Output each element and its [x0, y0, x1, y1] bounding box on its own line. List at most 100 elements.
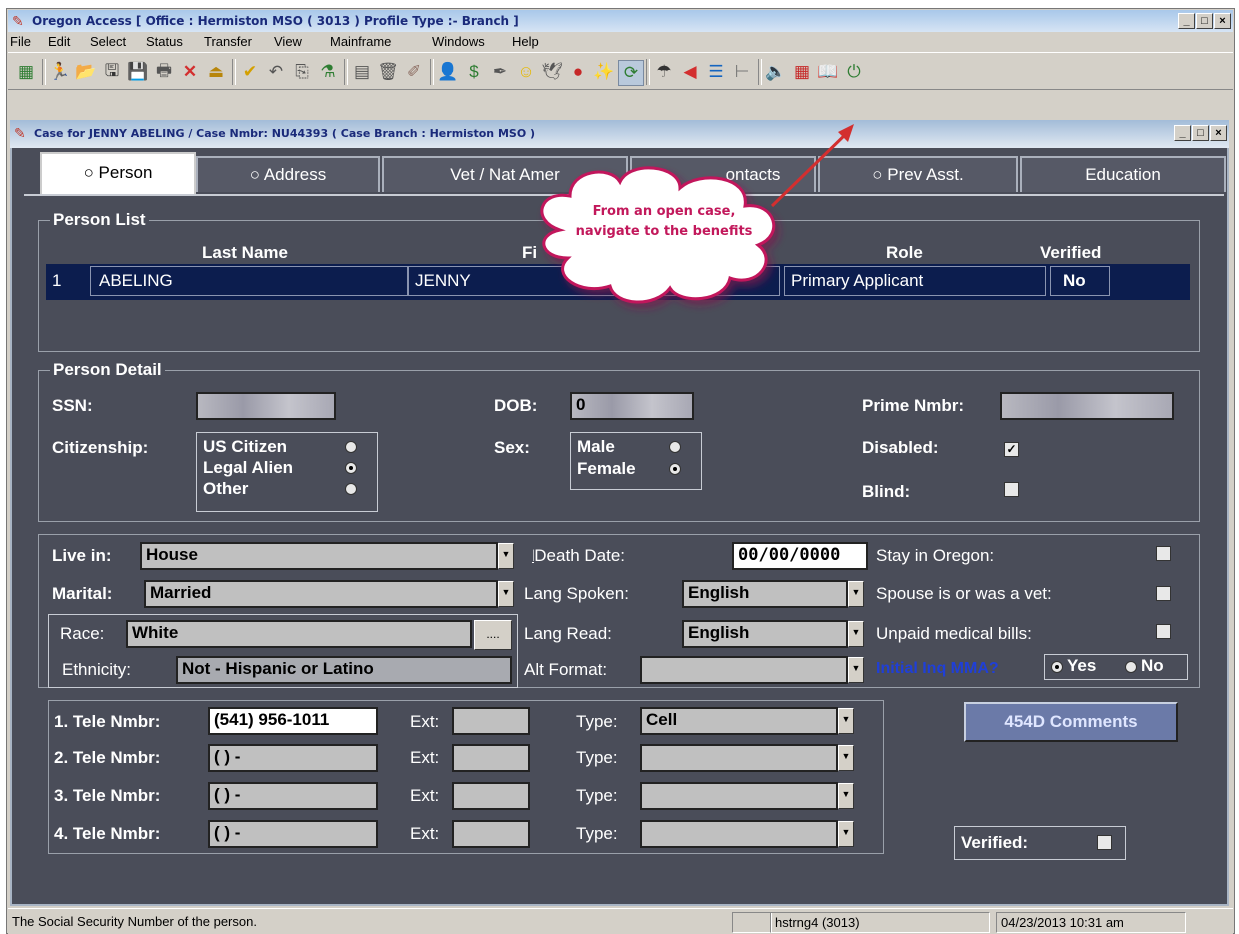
- app-title: Oregon Access [ Office : Hermiston MSO (…: [32, 14, 519, 28]
- live-in-select[interactable]: House: [140, 542, 498, 570]
- print-icon[interactable]: 🖶: [152, 60, 176, 84]
- restore-icon[interactable]: □: [1196, 13, 1213, 29]
- phone-3-type-select[interactable]: [640, 782, 838, 810]
- phone-2-ext-field[interactable]: [452, 744, 530, 772]
- sex-male-radio[interactable]: [669, 441, 681, 453]
- death-date-label-text: Death Date:: [534, 546, 626, 565]
- check-icon[interactable]: ✔: [238, 60, 262, 84]
- menu-help[interactable]: Help: [512, 34, 539, 49]
- dob-field[interactable]: 0: [570, 392, 694, 420]
- prime-number-field[interactable]: [1000, 392, 1174, 420]
- form-icon[interactable]: ▤: [350, 60, 374, 84]
- live-in-dropdown-icon[interactable]: ▼: [498, 543, 514, 569]
- citizenship-us-radio[interactable]: [345, 441, 357, 453]
- power-icon[interactable]: ⏻: [842, 60, 866, 84]
- menu-mainframe[interactable]: Mainframe: [330, 34, 391, 49]
- ethnicity-field[interactable]: Not - Hispanic or Latino: [176, 656, 512, 684]
- comments-454d-button[interactable]: 454D Comments: [964, 702, 1178, 742]
- initial-inq-yes-radio[interactable]: [1051, 661, 1063, 673]
- person-search-icon[interactable]: 👤: [436, 60, 460, 84]
- initial-inq-no-radio[interactable]: [1125, 661, 1137, 673]
- menu-view[interactable]: View: [274, 34, 302, 49]
- umbrella-icon[interactable]: ☂: [652, 60, 676, 84]
- phone-1-ext-field[interactable]: [452, 707, 530, 735]
- save-icon[interactable]: 💾: [126, 60, 150, 84]
- menu-transfer[interactable]: Transfer: [204, 34, 252, 49]
- spouse-vet-checkbox[interactable]: [1156, 586, 1171, 601]
- lang-spoken-select[interactable]: English: [682, 580, 848, 608]
- alt-format-select[interactable]: [640, 656, 848, 684]
- undo-icon[interactable]: ↶: [264, 60, 288, 84]
- smiley-icon[interactable]: ☺: [514, 60, 538, 84]
- sex-female-radio[interactable]: [669, 463, 681, 475]
- marital-dropdown-icon[interactable]: ▼: [498, 581, 514, 607]
- exit-icon[interactable]: ⏏: [204, 60, 228, 84]
- phone-4-ext-field[interactable]: [452, 820, 530, 848]
- pen-icon[interactable]: ✒: [488, 60, 512, 84]
- minimize-icon[interactable]: _: [1178, 13, 1195, 29]
- phone-2-type-dropdown-icon[interactable]: ▼: [838, 745, 854, 771]
- citizenship-legal-alien-radio[interactable]: [345, 462, 357, 474]
- money-bag-icon[interactable]: $: [462, 60, 486, 84]
- flask-icon[interactable]: ⚗: [316, 60, 340, 84]
- open-folder-icon[interactable]: 📂: [74, 60, 98, 84]
- menu-edit[interactable]: Edit: [48, 34, 70, 49]
- tab-address[interactable]: ○ Address: [196, 156, 380, 192]
- bird-icon[interactable]: 🕊: [540, 60, 564, 84]
- save-all-icon[interactable]: 🖫: [100, 60, 124, 84]
- case-minimize-icon[interactable]: _: [1174, 125, 1191, 141]
- ssn-field[interactable]: [196, 392, 336, 420]
- lang-read-dropdown-icon[interactable]: ▼: [848, 621, 864, 647]
- back-arrow-icon[interactable]: ◀: [678, 60, 702, 84]
- lang-spoken-dropdown-icon[interactable]: ▼: [848, 581, 864, 607]
- close-icon[interactable]: ×: [1214, 13, 1231, 29]
- calculator-icon[interactable]: ▦: [790, 60, 814, 84]
- phone-2-type-select[interactable]: [640, 744, 838, 772]
- copy-icon[interactable]: ⎘: [290, 60, 314, 84]
- delete-icon[interactable]: ✕: [178, 60, 202, 84]
- book-icon[interactable]: 📖: [816, 60, 840, 84]
- tab-education[interactable]: Education: [1020, 156, 1226, 192]
- phone-2-field[interactable]: ( ) -: [208, 744, 378, 772]
- disabled-label: Disabled:: [862, 438, 939, 457]
- speaker-icon[interactable]: 🔈: [764, 60, 788, 84]
- phone-1-type-dropdown-icon[interactable]: ▼: [838, 708, 854, 734]
- lang-read-select[interactable]: English: [682, 620, 848, 648]
- case-close-icon[interactable]: ×: [1210, 125, 1227, 141]
- alt-format-dropdown-icon[interactable]: ▼: [848, 657, 864, 683]
- unpaid-bills-checkbox[interactable]: [1156, 624, 1171, 639]
- tree-icon[interactable]: ⊢: [730, 60, 754, 84]
- case-restore-icon[interactable]: □: [1192, 125, 1209, 141]
- menu-file[interactable]: File: [10, 34, 31, 49]
- blind-checkbox[interactable]: [1004, 482, 1019, 497]
- phone-3-field[interactable]: ( ) -: [208, 782, 378, 810]
- menu-select[interactable]: Select: [90, 34, 126, 49]
- grid-icon[interactable]: ▦: [14, 60, 38, 84]
- menu-status[interactable]: Status: [146, 34, 183, 49]
- phone-1-field[interactable]: (541) 956-1011: [208, 707, 378, 735]
- refresh-icon[interactable]: ⟳: [618, 60, 644, 86]
- window-list-icon[interactable]: ☰: [704, 60, 728, 84]
- phone-3-ext-field[interactable]: [452, 782, 530, 810]
- run-icon[interactable]: 🏃: [48, 60, 72, 84]
- trash-icon[interactable]: 🗑: [376, 60, 400, 84]
- phone-3-type-dropdown-icon[interactable]: ▼: [838, 783, 854, 809]
- case-window-title: Case for JENNY ABELING / Case Nmbr: NU44…: [34, 127, 536, 140]
- citizenship-other-radio[interactable]: [345, 483, 357, 495]
- phone-4-field[interactable]: ( ) -: [208, 820, 378, 848]
- disabled-checkbox[interactable]: ✓: [1004, 442, 1019, 457]
- apple-icon[interactable]: ●: [566, 60, 590, 84]
- verified-checkbox[interactable]: [1097, 835, 1112, 850]
- tab-person[interactable]: ○ Person: [40, 152, 196, 194]
- phone-4-type-select[interactable]: [640, 820, 838, 848]
- race-lookup-button[interactable]: ....: [474, 620, 512, 650]
- death-date-field[interactable]: 00/00/0000: [732, 542, 868, 570]
- marital-select[interactable]: Married: [144, 580, 498, 608]
- menu-windows[interactable]: Windows: [432, 34, 485, 49]
- pencil-tool-icon[interactable]: ✐: [402, 60, 426, 84]
- wand-icon[interactable]: ✨: [592, 60, 616, 84]
- stay-oregon-checkbox[interactable]: [1156, 546, 1171, 561]
- phone-4-type-dropdown-icon[interactable]: ▼: [838, 821, 854, 847]
- race-field[interactable]: White: [126, 620, 472, 648]
- phone-1-type-select[interactable]: Cell: [640, 707, 838, 735]
